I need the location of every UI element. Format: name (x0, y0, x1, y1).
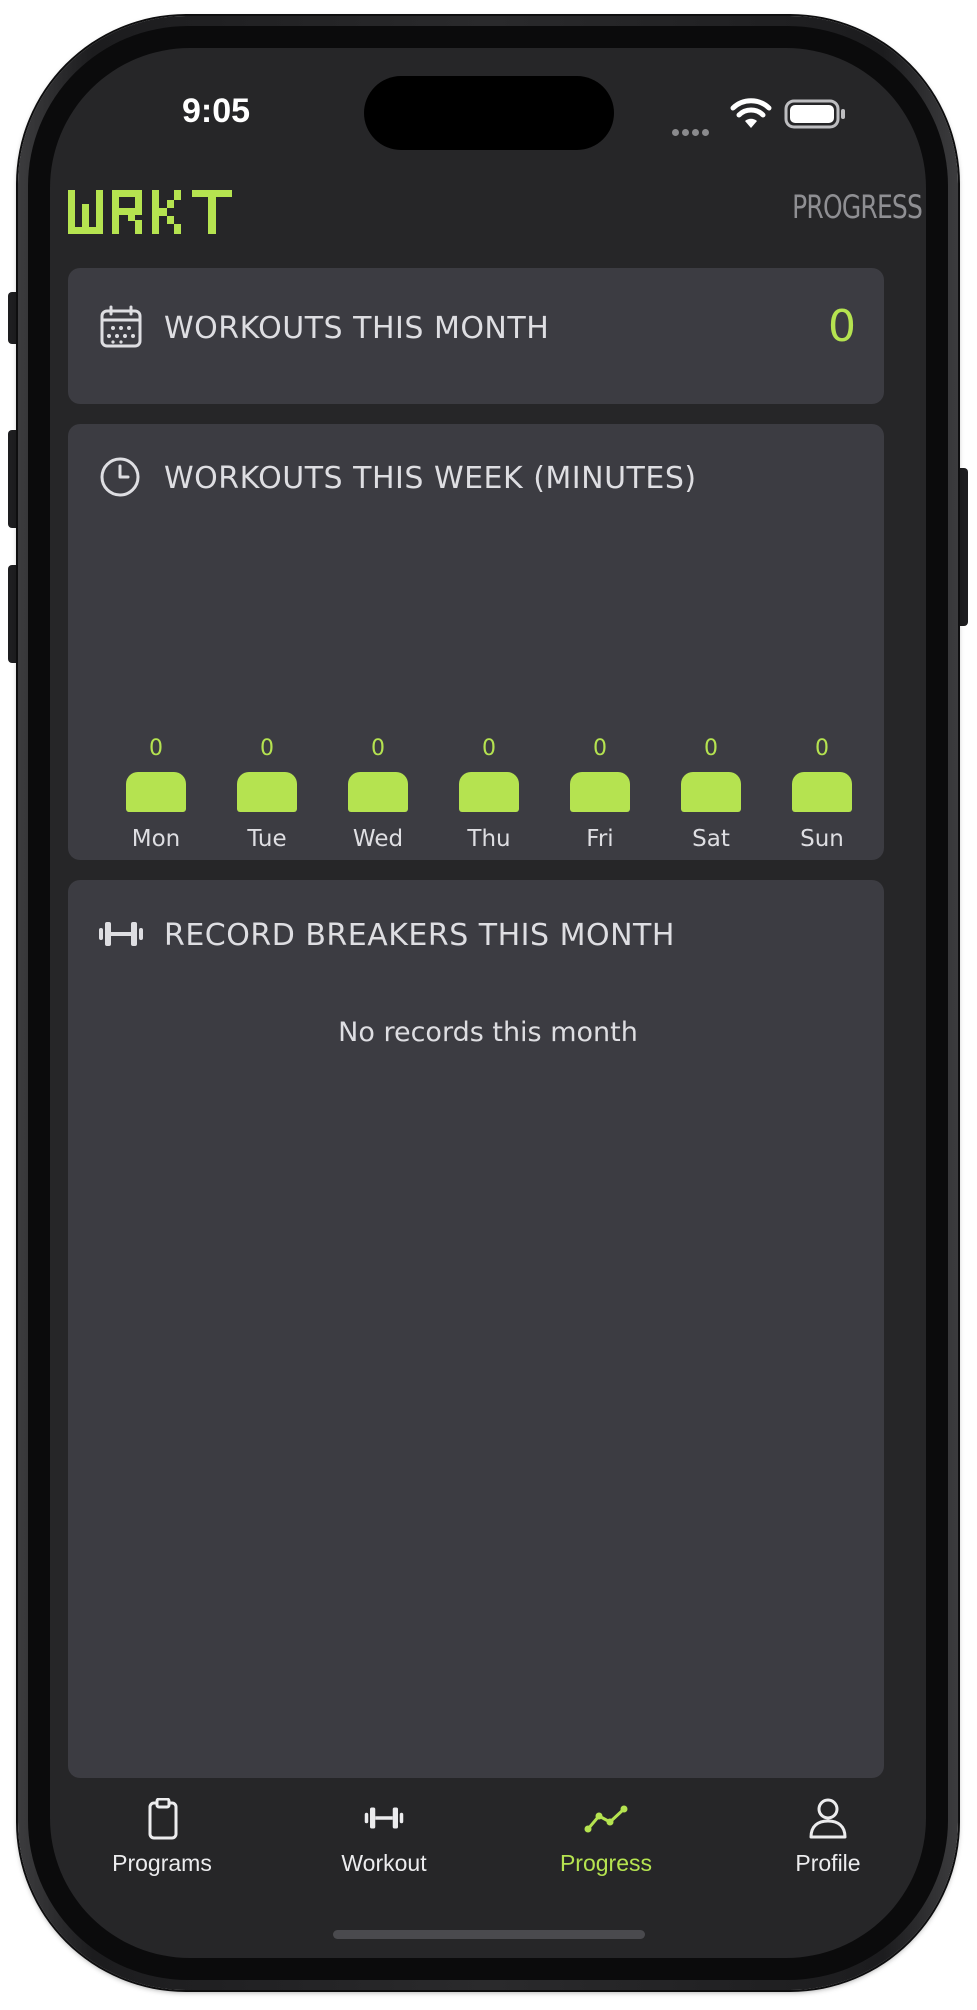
status-time: 9:05 (181, 92, 251, 130)
dumbbell-icon (99, 922, 143, 946)
person-icon (809, 1798, 847, 1839)
chart-bar (459, 772, 519, 812)
bar-day-label: Thu (467, 826, 511, 852)
tab-workout[interactable]: Workout (294, 1790, 474, 1890)
chart-bar (792, 772, 852, 812)
monthly-workouts-value: 0 (828, 301, 856, 352)
clock-icon (100, 457, 140, 497)
dumbbell-icon (364, 1807, 404, 1829)
bar-value-label: 0 (815, 736, 829, 761)
tab-profile[interactable]: Profile (738, 1790, 918, 1890)
trend-line-icon (584, 1805, 628, 1833)
bar-value-label: 0 (593, 736, 607, 761)
weekly-minutes-title: WORKOUTS THIS WEEK (MINUTES) (164, 461, 697, 496)
bar-day-label: Fri (586, 826, 614, 852)
battery-icon (784, 99, 845, 129)
tab-workout-label: Workout (341, 1850, 427, 1876)
tab-programs-label: Programs (112, 1850, 212, 1876)
bar-value-label: 0 (704, 736, 718, 761)
tab-progress[interactable]: Progress (516, 1790, 696, 1890)
tab-programs[interactable]: Programs (72, 1790, 252, 1890)
wifi-icon (730, 98, 772, 128)
tab-profile-label: Profile (795, 1850, 861, 1876)
records-title: RECORD BREAKERS THIS MONTH (164, 918, 675, 953)
bar-day-label: Sun (800, 826, 844, 852)
calendar-icon (100, 305, 142, 348)
chart-bar (570, 772, 630, 812)
home-indicator (333, 1930, 645, 1939)
bar-value-label: 0 (371, 736, 385, 761)
monthly-workouts-title: WORKOUTS THIS MONTH (164, 311, 550, 346)
page-title: PROGRESS (792, 188, 923, 226)
chart-bar (348, 772, 408, 812)
chart-bar (681, 772, 741, 812)
dynamic-island (364, 76, 614, 150)
cellular-signal-icon (672, 121, 712, 140)
bar-value-label: 0 (260, 736, 274, 761)
chart-bar (237, 772, 297, 812)
records-card (68, 880, 884, 1778)
chart-bar (126, 772, 186, 812)
bar-day-label: Wed (352, 826, 404, 852)
wrkt-logo (68, 190, 232, 234)
records-empty-message: No records this month (338, 1017, 638, 1048)
clipboard-icon (148, 1798, 178, 1840)
bar-value-label: 0 (149, 736, 163, 761)
tab-progress-label: Progress (559, 1850, 653, 1876)
bar-value-label: 0 (482, 736, 496, 761)
bar-day-label: Sat (692, 826, 730, 852)
bar-day-label: Mon (131, 826, 181, 852)
bar-day-label: Tue (247, 826, 287, 852)
